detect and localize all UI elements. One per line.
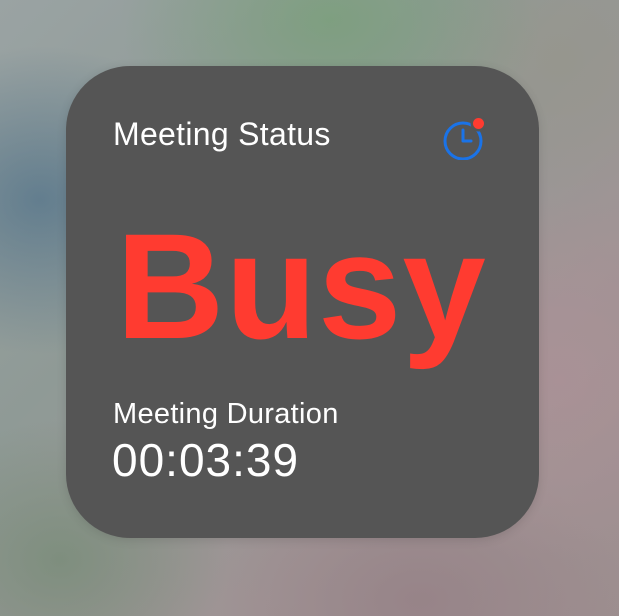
timer-icon [443, 116, 487, 160]
duration-label: Meeting Duration [113, 398, 339, 430]
meeting-status-widget[interactable]: Meeting Status Busy Meeting Duration 00:… [66, 66, 539, 538]
duration-value: 00:03:39 [112, 434, 300, 486]
status-text: Busy [116, 202, 487, 370]
notification-dot-icon [473, 118, 484, 129]
widget-title: Meeting Status [113, 116, 331, 152]
